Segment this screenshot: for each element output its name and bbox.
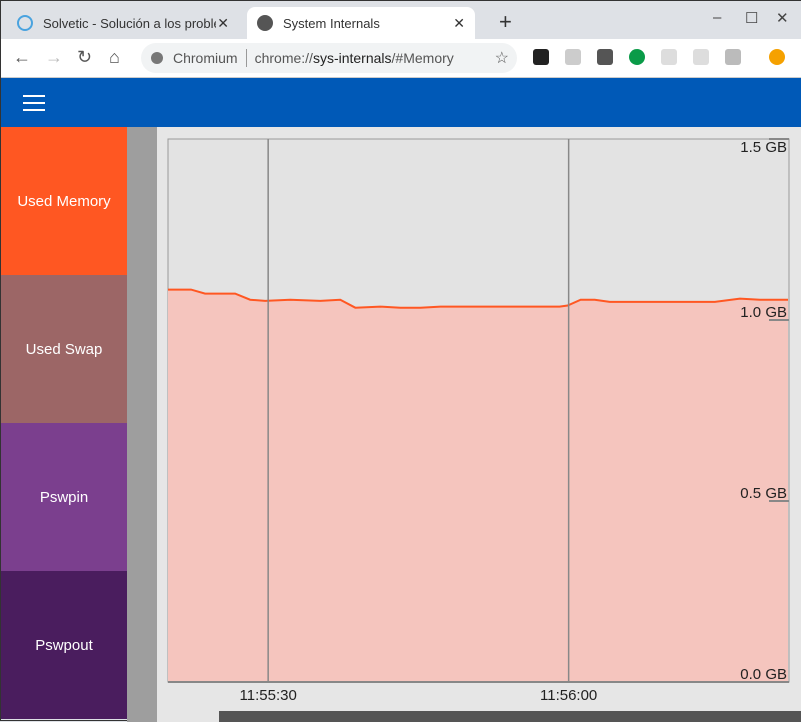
home-button[interactable]: ⌂ (109, 47, 120, 68)
y-tick-label: 0.0 GB (740, 666, 787, 683)
gutter (127, 127, 157, 722)
extension-icon[interactable] (693, 49, 709, 65)
back-button[interactable]: ← (13, 47, 31, 68)
hamburger-menu-icon[interactable] (23, 95, 45, 111)
extension-icon[interactable] (565, 49, 581, 65)
forward-button[interactable]: → (45, 47, 63, 68)
close-tab-icon[interactable]: ✕ (453, 15, 465, 32)
extension-icon[interactable] (725, 49, 741, 65)
close-window-button[interactable]: ✕ (776, 9, 789, 27)
globe-icon (257, 15, 273, 31)
sidebar: Used Memory Used Swap Pswpin Pswpout (1, 127, 127, 719)
y-tick-label: 0.5 GB (740, 485, 787, 502)
x-tick-label: 11:56:00 (540, 687, 597, 704)
close-tab-icon[interactable]: ✕ (217, 15, 229, 32)
app-header (1, 78, 801, 127)
y-tick-label: 1.0 GB (740, 304, 787, 321)
sidebar-item-pswpin[interactable]: Pswpin (1, 423, 127, 571)
maximize-button[interactable]: ☐ (745, 9, 758, 27)
tab-system-internals[interactable]: System Internals ✕ (247, 7, 475, 39)
tab-solvetic[interactable]: Solvetic - Solución a los problemas✕ (7, 7, 239, 39)
new-tab-button[interactable]: + (499, 9, 512, 35)
url-extension-icon[interactable] (533, 49, 549, 65)
chart-panel: 11:55:30 11:56:00 0.0 GB 0.5 GB 1.0 GB 1.5 GB (157, 127, 801, 722)
minimize-button[interactable]: – (713, 9, 721, 26)
sidebar-item-pswpout[interactable]: Pswpout (1, 571, 127, 719)
tab-strip: Solvetic - Solución a los problemas✕ Sys… (1, 1, 801, 39)
chromium-icon (151, 52, 163, 64)
extension-icon[interactable] (597, 49, 613, 65)
k-extension-icon[interactable] (629, 49, 645, 65)
sidebar-item-used-swap[interactable]: Used Swap (1, 275, 127, 423)
x-tick-label: 11:55:30 (240, 687, 297, 704)
solvetic-favicon-icon (17, 15, 33, 31)
extension-icon[interactable] (661, 49, 677, 65)
used-memory-area (168, 289, 788, 682)
browser-toolbar: ← → ↻ ⌂ Chromium chrome://sys-internals /… (1, 39, 801, 78)
address-bar[interactable]: Chromium chrome://sys-internals/#Memory … (141, 43, 517, 73)
reload-button[interactable]: ↻ (77, 47, 92, 68)
y-tick-label: 1.5 GB (740, 139, 787, 156)
bookmark-star-icon[interactable]: ☆ (495, 48, 509, 68)
memory-chart: 11:55:30 11:56:00 0.0 GB 0.5 GB 1.0 GB 1.5 GB (167, 138, 790, 704)
update-alert-icon[interactable] (769, 49, 785, 65)
horizontal-scrollbar[interactable] (219, 711, 801, 722)
sidebar-item-used-memory[interactable]: Used Memory (1, 127, 127, 275)
